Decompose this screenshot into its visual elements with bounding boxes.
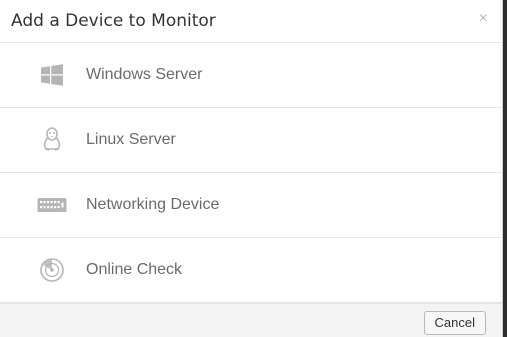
dialog-title: Add a Device to Monitor [11, 11, 216, 31]
online-check-radar-icon [37, 257, 67, 283]
device-option-label: Linux Server [86, 131, 176, 148]
add-device-dialog: Add a Device to Monitor × Windows Server [0, 0, 503, 337]
linux-tux-icon [37, 127, 67, 153]
dialog-header: Add a Device to Monitor × [0, 0, 502, 43]
dialog-footer: Cancel [0, 303, 502, 337]
device-option-label: Online Check [86, 261, 183, 278]
page-backdrop [503, 0, 507, 337]
device-option-linux-server[interactable]: Linux Server [0, 108, 502, 173]
device-type-list: Windows Server Linux Server Networking D… [0, 43, 502, 303]
network-switch-icon [37, 192, 67, 218]
cancel-button[interactable]: Cancel [423, 311, 486, 335]
windows-icon [37, 62, 67, 88]
device-option-label: Networking Device [86, 196, 220, 213]
device-option-windows-server[interactable]: Windows Server [0, 43, 502, 108]
device-option-networking-device[interactable]: Networking Device [0, 173, 502, 238]
device-option-online-check[interactable]: Online Check [0, 238, 502, 303]
device-option-label: Windows Server [86, 66, 203, 83]
close-icon[interactable]: × [479, 10, 488, 28]
